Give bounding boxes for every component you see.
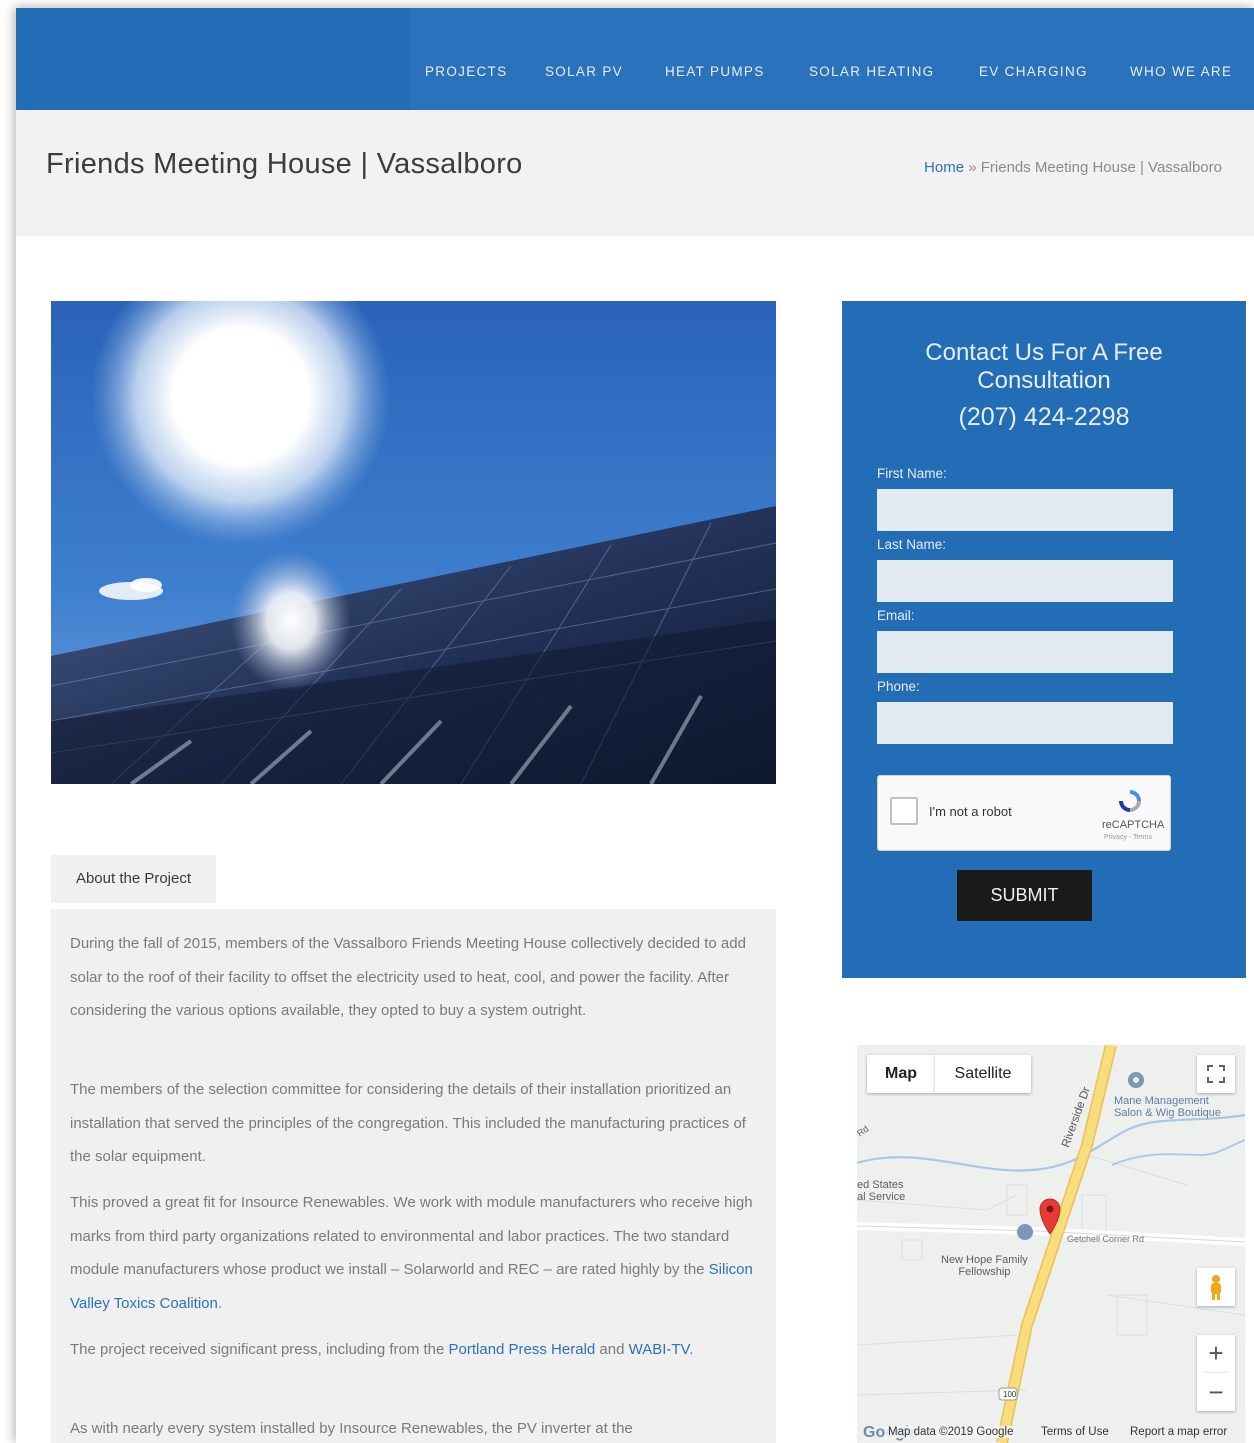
map-terms-link[interactable]: Terms of Use xyxy=(1041,1426,1109,1438)
wabi-tv-link[interactable]: WABI-TV xyxy=(629,1341,690,1358)
nav-item-projects[interactable]: PROJECTS xyxy=(425,64,507,79)
map-label-church: New Hope Family Fellowship xyxy=(941,1254,1028,1278)
breadcrumb-separator: » xyxy=(968,159,977,176)
first-name-label: First Name: xyxy=(877,466,947,481)
zoom-in-button[interactable]: + xyxy=(1197,1335,1235,1372)
map-label-business: Mane Management Salon & Wig Boutique xyxy=(1114,1095,1221,1119)
recaptcha-brand: reCAPTCHA xyxy=(1102,819,1165,831)
logo-area xyxy=(16,8,410,110)
fullscreen-icon[interactable] xyxy=(1197,1055,1235,1093)
about-paragraph-3-end: . xyxy=(217,1294,223,1312)
about-panel: During the fall of 2015, members of the … xyxy=(51,909,776,1443)
about-paragraph-5: As with nearly every system installed by… xyxy=(70,1420,633,1437)
page-title: Friends Meeting House | Vassalboro xyxy=(46,148,523,180)
map-label-route: 100 xyxy=(1003,1390,1017,1399)
recaptcha-label: I'm not a robot xyxy=(929,804,1012,819)
map-label-getchell-rd: Getchell Corner Rd xyxy=(1067,1234,1145,1244)
zoom-out-button[interactable]: − xyxy=(1197,1373,1235,1411)
breadcrumb: Home » Friends Meeting House | Vassalbor… xyxy=(924,159,1222,176)
phone-label: Phone: xyxy=(877,679,920,694)
map-data-attribution: Map data ©2019 Google xyxy=(885,1426,1017,1438)
recaptcha-logo-icon xyxy=(1119,790,1141,812)
phone-input[interactable] xyxy=(877,702,1173,744)
map-tab-map[interactable]: Map xyxy=(867,1055,935,1093)
page-title-bar: Friends Meeting House | Vassalboro Home … xyxy=(16,110,1254,236)
email-label: Email: xyxy=(877,608,915,623)
map-label-business-text: Mane Management Salon & Wig Boutique xyxy=(1114,1095,1222,1119)
street-view-pegman-icon[interactable] xyxy=(1197,1268,1235,1306)
map-label-postal-text: ed States al Service xyxy=(857,1179,906,1203)
last-name-input[interactable] xyxy=(877,560,1173,602)
contact-phone-number[interactable]: (207) 424-2298 xyxy=(842,403,1246,432)
map-label-church-text: New Hope Family Fellowship xyxy=(941,1254,1028,1278)
last-name-label: Last Name: xyxy=(877,537,947,552)
about-paragraph-4: The project received significant press, … xyxy=(70,1333,760,1367)
zoom-controls: + − xyxy=(1197,1335,1235,1411)
map-tab-satellite[interactable]: Satellite xyxy=(935,1055,1031,1093)
map-report-error-link[interactable]: Report a map error xyxy=(1130,1426,1227,1438)
first-name-input[interactable] xyxy=(877,489,1173,531)
recaptcha-widget: I'm not a robot reCAPTCHA Privacy - Term… xyxy=(877,775,1171,851)
about-paragraph-4-text: The project received significant press, … xyxy=(70,1341,449,1358)
about-paragraph-3-text: This proved a great fit for Insource Ren… xyxy=(70,1194,753,1278)
page-frame: PROJECTS SOLAR PV HEAT PUMPS SOLAR HEATI… xyxy=(16,8,1254,1443)
recaptcha-privacy-terms[interactable]: Privacy - Terms xyxy=(1104,834,1152,841)
nav-item-solar-pv[interactable]: SOLAR PV xyxy=(545,64,623,79)
about-paragraph-4-and: and xyxy=(595,1341,629,1358)
about-paragraph-1: During the fall of 2015, members of the … xyxy=(70,935,746,1019)
about-paragraph-2: The members of the selection committee f… xyxy=(70,1081,746,1165)
submit-button[interactable]: SUBMIT xyxy=(957,870,1092,921)
breadcrumb-home-link[interactable]: Home xyxy=(924,159,964,176)
site-header: PROJECTS SOLAR PV HEAT PUMPS SOLAR HEATI… xyxy=(16,8,1254,110)
project-photo xyxy=(51,301,776,784)
nav-item-who-we-are[interactable]: WHO WE ARE xyxy=(1130,64,1232,79)
email-input[interactable] xyxy=(877,631,1173,673)
location-map[interactable]: Map Satellite Mane Management Salon & Wi… xyxy=(857,1045,1245,1443)
map-label-postal: ed States al Service xyxy=(857,1179,905,1203)
main-nav: PROJECTS SOLAR PV HEAT PUMPS SOLAR HEATI… xyxy=(410,8,1254,110)
map-footer: Google Map data ©2019 Google Terms of Us… xyxy=(857,1421,1245,1443)
nav-item-heat-pumps[interactable]: HEAT PUMPS xyxy=(665,64,765,79)
about-paragraph-3: This proved a great fit for Insource Ren… xyxy=(70,1186,760,1320)
breadcrumb-current: Friends Meeting House | Vassalboro xyxy=(980,159,1222,176)
tab-about-the-project[interactable]: About the Project xyxy=(51,855,216,903)
nav-item-ev-charging[interactable]: EV CHARGING xyxy=(979,64,1088,79)
about-paragraph-4-end: . xyxy=(689,1341,694,1358)
contact-heading: Contact Us For A Free Consultation xyxy=(925,339,1163,394)
contact-form-panel: Contact Us For A Free Consultation (207)… xyxy=(842,301,1246,978)
portland-press-herald-link[interactable]: Portland Press Herald xyxy=(449,1341,596,1358)
recaptcha-checkbox[interactable] xyxy=(890,797,918,825)
nav-item-solar-heating[interactable]: SOLAR HEATING xyxy=(809,64,934,79)
